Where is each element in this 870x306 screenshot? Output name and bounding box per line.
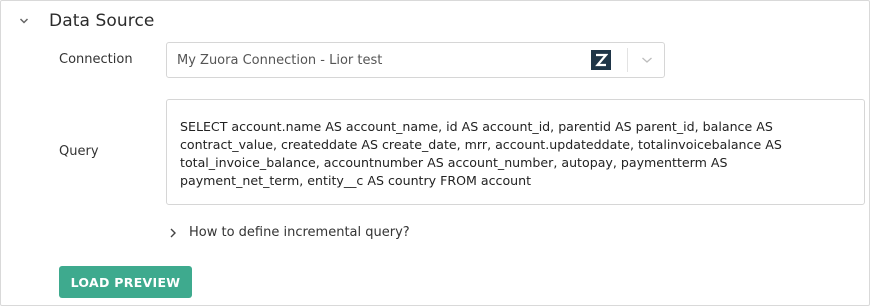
load-preview-button[interactable]: LOAD PREVIEW [59,266,192,298]
chevron-right-icon [169,226,179,240]
connection-label: Connection [59,52,133,67]
connection-select[interactable]: My Zuora Connection - Lior test [166,42,665,78]
incremental-query-help[interactable]: How to define incremental query? [169,225,410,240]
connection-select-value: My Zuora Connection - Lior test [177,52,383,68]
chevron-down-icon[interactable] [15,12,33,30]
query-text: SELECT account.name AS account_name, id … [180,119,782,188]
data-source-panel: Data Source Connection My Zuora Connecti… [0,0,870,306]
section-title: Data Source [49,11,155,31]
incremental-query-help-label: How to define incremental query? [189,225,410,240]
query-editor[interactable]: SELECT account.name AS account_name, id … [166,99,865,205]
zuora-logo-icon [591,50,611,70]
query-label: Query [59,144,99,159]
section-header: Data Source [15,7,154,35]
select-divider [627,48,628,72]
chevron-down-icon[interactable] [640,53,654,67]
